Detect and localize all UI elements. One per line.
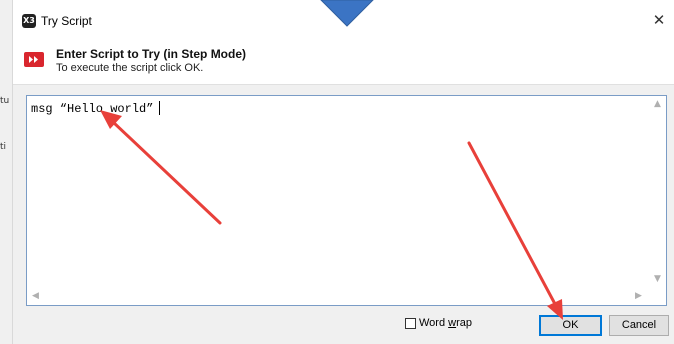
word-wrap-option[interactable]: Word wrap <box>405 315 472 331</box>
text-caret <box>159 101 161 115</box>
body-panel: msg “Hello world” ▲ ▼ ◀ ▶ Word wrap OK C… <box>13 85 674 344</box>
script-editor[interactable]: msg “Hello world” ▲ ▼ ◀ ▶ <box>26 95 667 306</box>
background-app-strip: tu ti <box>0 0 12 344</box>
window-title: Try Script <box>41 14 92 28</box>
step-forward-icon <box>24 52 44 67</box>
scroll-left-icon[interactable]: ◀ <box>27 288 44 305</box>
header-panel: Enter Script to Try (in Step Mode) To ex… <box>13 40 674 85</box>
close-button[interactable]: ✕ <box>649 10 669 30</box>
cancel-button[interactable]: Cancel <box>609 315 669 336</box>
try-script-dialog: X3 Try Script ✕ Enter Script to Try (in … <box>12 0 674 344</box>
background-app-text: tu <box>0 96 10 106</box>
scroll-right-icon[interactable]: ▶ <box>630 288 647 305</box>
word-wrap-checkbox[interactable] <box>405 317 416 329</box>
background-app-text: ti <box>0 142 7 152</box>
scroll-up-icon[interactable]: ▲ <box>649 96 666 113</box>
title-bar[interactable]: X3 Try Script ✕ <box>13 0 674 40</box>
ok-button[interactable]: OK <box>539 315 602 336</box>
header-subtitle: To execute the script click OK. <box>56 62 204 74</box>
horizontal-scrollbar[interactable]: ◀ ▶ <box>27 288 649 305</box>
vertical-scrollbar[interactable]: ▲ ▼ <box>649 96 666 288</box>
app-logo-icon: X3 <box>22 14 36 28</box>
scroll-down-icon[interactable]: ▼ <box>649 271 666 288</box>
script-content: msg “Hello world” <box>31 102 154 116</box>
script-text[interactable]: msg “Hello world” <box>31 101 161 116</box>
word-wrap-label: Word wrap <box>419 317 472 329</box>
header-title: Enter Script to Try (in Step Mode) <box>56 47 247 61</box>
